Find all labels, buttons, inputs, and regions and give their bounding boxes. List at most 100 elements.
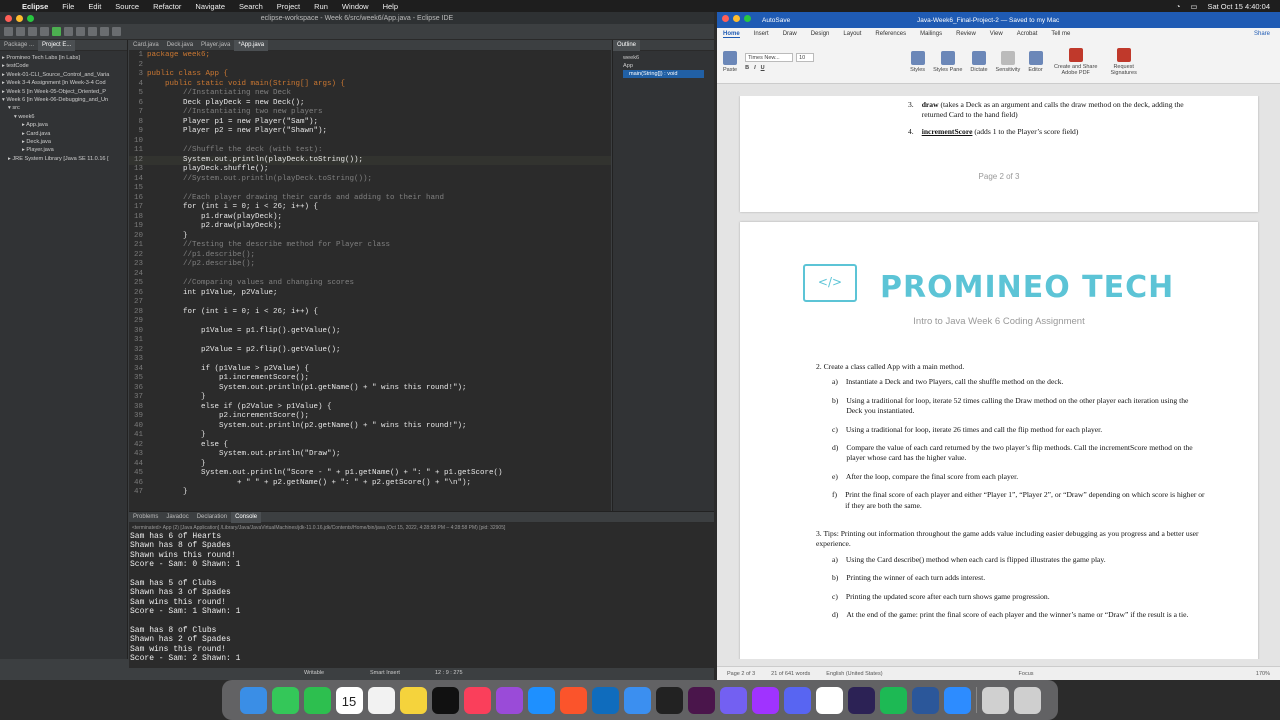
code-text[interactable]: //Testing the describe method for Player… [147,241,390,251]
code-line[interactable]: 16 //Each player drawing their cards and… [129,194,611,204]
code-line[interactable]: 1 package week6; [129,51,611,61]
ribbon-tab-view[interactable]: View [990,31,1003,37]
tree-item[interactable]: ▾ src [2,104,125,112]
code-text[interactable]: Player p2 = new Player("Shawn"); [147,127,327,137]
code-line[interactable]: 45 System.out.println("Score - " + p1.ge… [129,469,611,479]
tree-item[interactable]: ▸ App.java [2,121,125,129]
safari-icon[interactable] [527,686,555,714]
code-line[interactable]: 7 //Instantiating two new players [129,108,611,118]
ribbon-tab-design[interactable]: Design [811,31,830,37]
code-text[interactable]: p1Value = p1.flip().getValue(); [147,327,341,337]
code-line[interactable]: 20 } [129,232,611,242]
viber-icon[interactable] [719,686,747,714]
code-line[interactable]: 6 Deck playDeck = new Deck(); [129,99,611,109]
word-close-button[interactable] [722,15,729,22]
font-select[interactable]: Times New... [745,52,794,62]
editor-button[interactable]: Editor [1028,50,1043,73]
appletv-icon[interactable] [431,686,459,714]
code-text[interactable]: //p1.describe(); [147,251,255,261]
code-text[interactable]: //Shuffle the deck (with test): [147,146,323,156]
code-area[interactable]: 1 package week6; 2 3 public class App {4 pub… [129,51,611,509]
code-line[interactable]: 3 public class App { [129,70,611,80]
tree-item[interactable]: ▸ JRE System Library [Java SE 11.0.16 [ [2,155,125,163]
code-line[interactable]: 8 Player p1 = new Player("Sam"); [129,118,611,128]
new-class-icon[interactable] [76,27,85,36]
coverage-icon[interactable] [64,27,73,36]
menu-file[interactable]: File [62,2,74,11]
spotify-icon[interactable] [879,686,907,714]
wifi-icon[interactable]: ◔ [1176,2,1181,11]
tab-app-java[interactable]: *App.java [234,39,269,51]
close-window-button[interactable] [5,15,12,22]
tab-package-explorer[interactable]: Package ... [0,40,38,51]
menu-edit[interactable]: Edit [88,2,101,11]
code-line[interactable]: 23 //p2.describe(); [129,260,611,270]
tell-me[interactable]: Tell me [1051,31,1070,37]
tree-item[interactable]: ▸ Promineo Tech Labs [in Labs] [2,54,125,62]
code-text[interactable]: //Instantiating two new players [147,108,323,118]
code-line[interactable]: 44 } [129,460,611,470]
code-text[interactable]: else { [147,441,228,451]
code-line[interactable]: 21 //Testing the describe method for Pla… [129,241,611,251]
code-line[interactable]: 10 [129,137,611,147]
tab-outline[interactable]: Outline [613,39,641,51]
adobe-pdf-button[interactable]: Create and Share Adobe PDF [1051,47,1101,76]
outline-item[interactable]: main(String[]) : void [623,70,704,78]
podcasts-icon[interactable] [495,686,523,714]
brave-icon[interactable] [559,686,587,714]
code-text[interactable]: package week6; [147,51,210,61]
italic-icon[interactable]: I [754,65,756,71]
calendar-icon[interactable]: 15 [335,686,363,714]
outline-item[interactable]: week6 [623,54,704,62]
code-text[interactable]: p2.incrementScore(); [147,412,309,422]
code-text[interactable]: p1.incrementScore(); [147,374,309,384]
code-text[interactable]: } [147,393,206,403]
code-line[interactable]: 18 p1.draw(playDeck); [129,213,611,223]
code-text[interactable]: Deck playDeck = new Deck(); [147,99,305,109]
code-text[interactable]: Player p1 = new Player("Sam"); [147,118,318,128]
code-text[interactable]: //p2.describe(); [147,260,255,270]
code-line[interactable]: 11 //Shuffle the deck (with test): [129,146,611,156]
code-line[interactable]: 40 System.out.println(p2.getName() + " w… [129,422,611,432]
code-line[interactable]: 29 [129,317,611,327]
code-line[interactable]: 13 playDeck.shuffle(); [129,165,611,175]
code-line[interactable]: 36 System.out.println(p1.getName() + " w… [129,384,611,394]
zoom-window-button[interactable] [27,15,34,22]
code-line[interactable]: 33 [129,355,611,365]
outline-item[interactable]: App [623,62,704,70]
run-icon[interactable] [52,27,61,36]
code-line[interactable]: 31 [129,336,611,346]
code-line[interactable]: 41 } [129,431,611,441]
menu-navigate[interactable]: Navigate [195,2,225,11]
code-text[interactable]: } [147,232,188,242]
new-icon[interactable] [4,27,13,36]
code-line[interactable]: 43 System.out.println("Draw"); [129,450,611,460]
discord-icon[interactable] [783,686,811,714]
outlook-icon[interactable] [591,686,619,714]
search-icon[interactable] [88,27,97,36]
code-text[interactable]: //Instantiating new Deck [147,89,291,99]
trash-icon[interactable] [1013,686,1041,714]
code-line[interactable]: 22 //p1.describe(); [129,251,611,261]
downloads-icon[interactable] [981,686,1009,714]
code-text[interactable]: p2Value = p2.flip().getValue(); [147,346,341,356]
menu-help[interactable]: Help [383,2,398,11]
notes-icon[interactable] [399,686,427,714]
code-text[interactable]: //System.out.println(playDeck.toString()… [147,175,372,185]
document-area[interactable]: 3. draw (takes a Deck as an argument and … [717,96,1280,659]
code-editor[interactable]: Card.java Deck.java Player.java *App.jav… [129,39,611,512]
code-line[interactable]: 17 for (int i = 0; i < 26; i++) { [129,203,611,213]
code-line[interactable]: 27 [129,298,611,308]
ribbon-tab-home[interactable]: Home [723,31,740,38]
reminders-icon[interactable] [367,686,395,714]
code-text[interactable]: } [147,431,206,441]
menu-search[interactable]: Search [239,2,263,11]
code-line[interactable]: 2 [129,61,611,71]
tab-project-explorer[interactable]: Project E... [38,39,76,51]
code-line[interactable]: 24 [129,270,611,280]
word-icon[interactable] [911,686,939,714]
zoom-icon[interactable] [943,686,971,714]
code-text[interactable]: System.out.println("Score - " + p1.getNa… [147,469,503,479]
ribbon-tab-mailings[interactable]: Mailings [920,31,942,37]
code-text[interactable]: else if (p2Value > p1Value) { [147,403,332,413]
